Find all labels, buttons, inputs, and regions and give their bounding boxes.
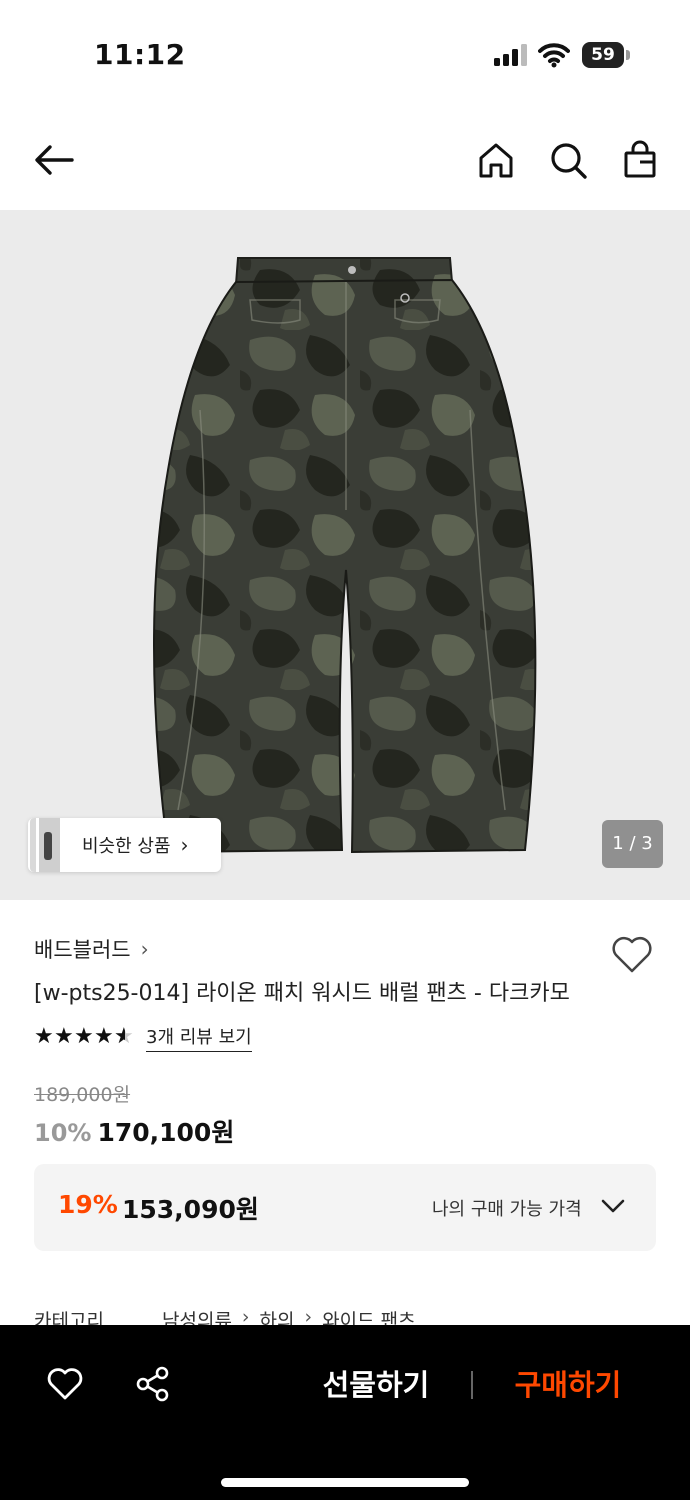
my-discount-percent: 19%	[58, 1190, 118, 1219]
top-nav-bar	[0, 110, 690, 210]
home-button[interactable]	[474, 138, 518, 182]
battery-indicator: 59	[582, 42, 630, 68]
star-full-icon: ★	[54, 1024, 74, 1049]
shopping-bag-icon	[624, 140, 656, 178]
gift-button[interactable]: 선물하기	[300, 1363, 452, 1407]
original-price: 189,000원	[34, 1084, 131, 1106]
discount-percent: 10%	[34, 1119, 92, 1147]
my-price-dropdown[interactable]: 19% 153,090원 나의 구매 가능 가격	[34, 1164, 656, 1251]
search-button[interactable]	[546, 138, 590, 182]
my-price-label: 나의 구매 가능 가격	[432, 1199, 582, 1220]
chevron-down-icon	[601, 1199, 625, 1213]
share-icon	[136, 1366, 169, 1402]
back-button[interactable]	[32, 138, 76, 182]
similar-products-label: 비슷한 상품	[82, 836, 171, 857]
brand-link[interactable]: 배드블러드 ›	[34, 934, 149, 964]
my-price: 153,090원	[122, 1195, 259, 1224]
status-bar: 11:12 59	[0, 0, 690, 110]
cellular-signal-icon	[494, 44, 527, 66]
divider	[471, 1371, 473, 1399]
bottom-wishlist-button[interactable]	[46, 1365, 84, 1401]
rating-row: ★ ★ ★ ★ ★ 3개 리뷰 보기	[34, 1022, 252, 1052]
wishlist-button[interactable]	[610, 934, 654, 974]
status-time: 11:12	[94, 38, 186, 71]
chevron-right-icon: ›	[140, 937, 149, 961]
chevron-right-icon: ›	[180, 833, 189, 857]
similar-products-button[interactable]: 비슷한 상품 ›	[28, 818, 221, 872]
star-full-icon: ★	[94, 1024, 114, 1049]
brand-name: 배드블러드	[34, 938, 131, 962]
product-photo-pants	[153, 257, 537, 854]
product-title: [w-pts25-014] 라이온 패치 워시드 배럴 팬츠 - 다크카모	[34, 981, 570, 1006]
cart-button[interactable]	[618, 138, 662, 182]
star-full-icon: ★	[34, 1024, 54, 1049]
battery-level: 59	[582, 42, 624, 68]
bottom-action-bar: 선물하기 구매하기	[0, 1325, 690, 1500]
buy-button[interactable]: 구매하기	[492, 1363, 644, 1407]
heart-outline-icon	[47, 1368, 83, 1400]
sale-price-row: 10% 170,100원	[34, 1113, 234, 1149]
arrow-left-icon	[35, 145, 74, 175]
similar-product-thumbnails	[30, 818, 60, 872]
product-image-gallery[interactable]	[0, 210, 690, 900]
star-half-icon: ★	[114, 1026, 134, 1049]
heart-outline-icon	[612, 936, 652, 973]
home-icon	[479, 143, 513, 178]
star-full-icon: ★	[74, 1024, 94, 1049]
sale-price: 170,100원	[97, 1118, 235, 1147]
image-counter: 1 / 3	[602, 820, 663, 868]
star-rating: ★ ★ ★ ★ ★	[34, 1024, 134, 1049]
battery-tip	[626, 50, 630, 60]
view-reviews-link[interactable]: 3개 리뷰 보기	[146, 1023, 252, 1052]
search-icon	[551, 143, 587, 179]
wifi-icon	[538, 43, 570, 68]
home-indicator	[221, 1478, 469, 1487]
share-button[interactable]	[134, 1365, 172, 1403]
